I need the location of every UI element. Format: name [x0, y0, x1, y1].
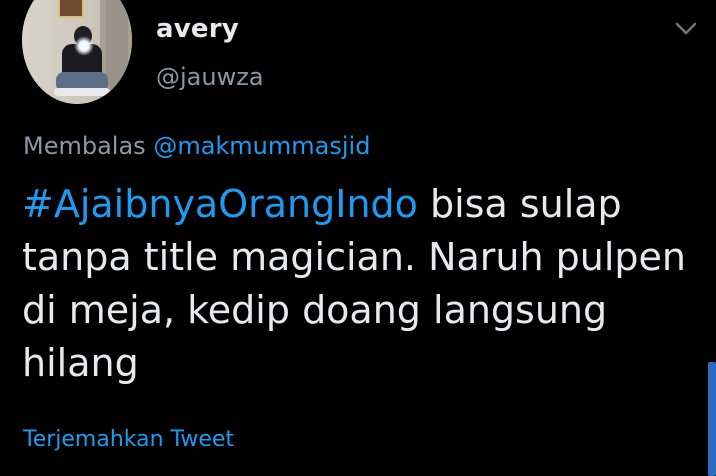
avatar-person-shoes [54, 88, 110, 96]
hashtag-link[interactable]: #AjaibnyaOrangIndo [22, 182, 418, 226]
avatar-camera-flash [74, 36, 94, 56]
translate-tweet-link[interactable]: Terjemahkan Tweet [23, 427, 234, 452]
user-handle[interactable]: @jauwza [156, 63, 264, 91]
tweet-line-2: tanpa title magician. Naruh pulpen [22, 235, 687, 279]
reply-context: Membalas @makmummasjid [23, 132, 370, 160]
display-name[interactable]: avery [156, 14, 239, 44]
avatar-person [52, 26, 112, 104]
tweet-line-1: #AjaibnyaOrangIndo bisa sulap [22, 178, 712, 231]
reply-prefix: Membalas [23, 132, 146, 160]
tweet-line-4: hilang [22, 341, 139, 385]
scrollbar[interactable] [708, 362, 716, 476]
tweet-line-1-text: bisa sulap [417, 182, 622, 226]
chevron-down-icon[interactable] [672, 16, 700, 40]
reply-mention-link[interactable]: @makmummasjid [153, 132, 370, 160]
tweet: avery @jauwza Membalas @makmummasjid #Aj… [0, 0, 716, 476]
avatar[interactable] [22, 0, 132, 104]
tweet-text: #AjaibnyaOrangIndo bisa sulap tanpa titl… [22, 178, 712, 390]
avatar-picture-frame [58, 0, 84, 18]
tweet-line-3: di meja, kedip doang langsung [22, 288, 608, 332]
